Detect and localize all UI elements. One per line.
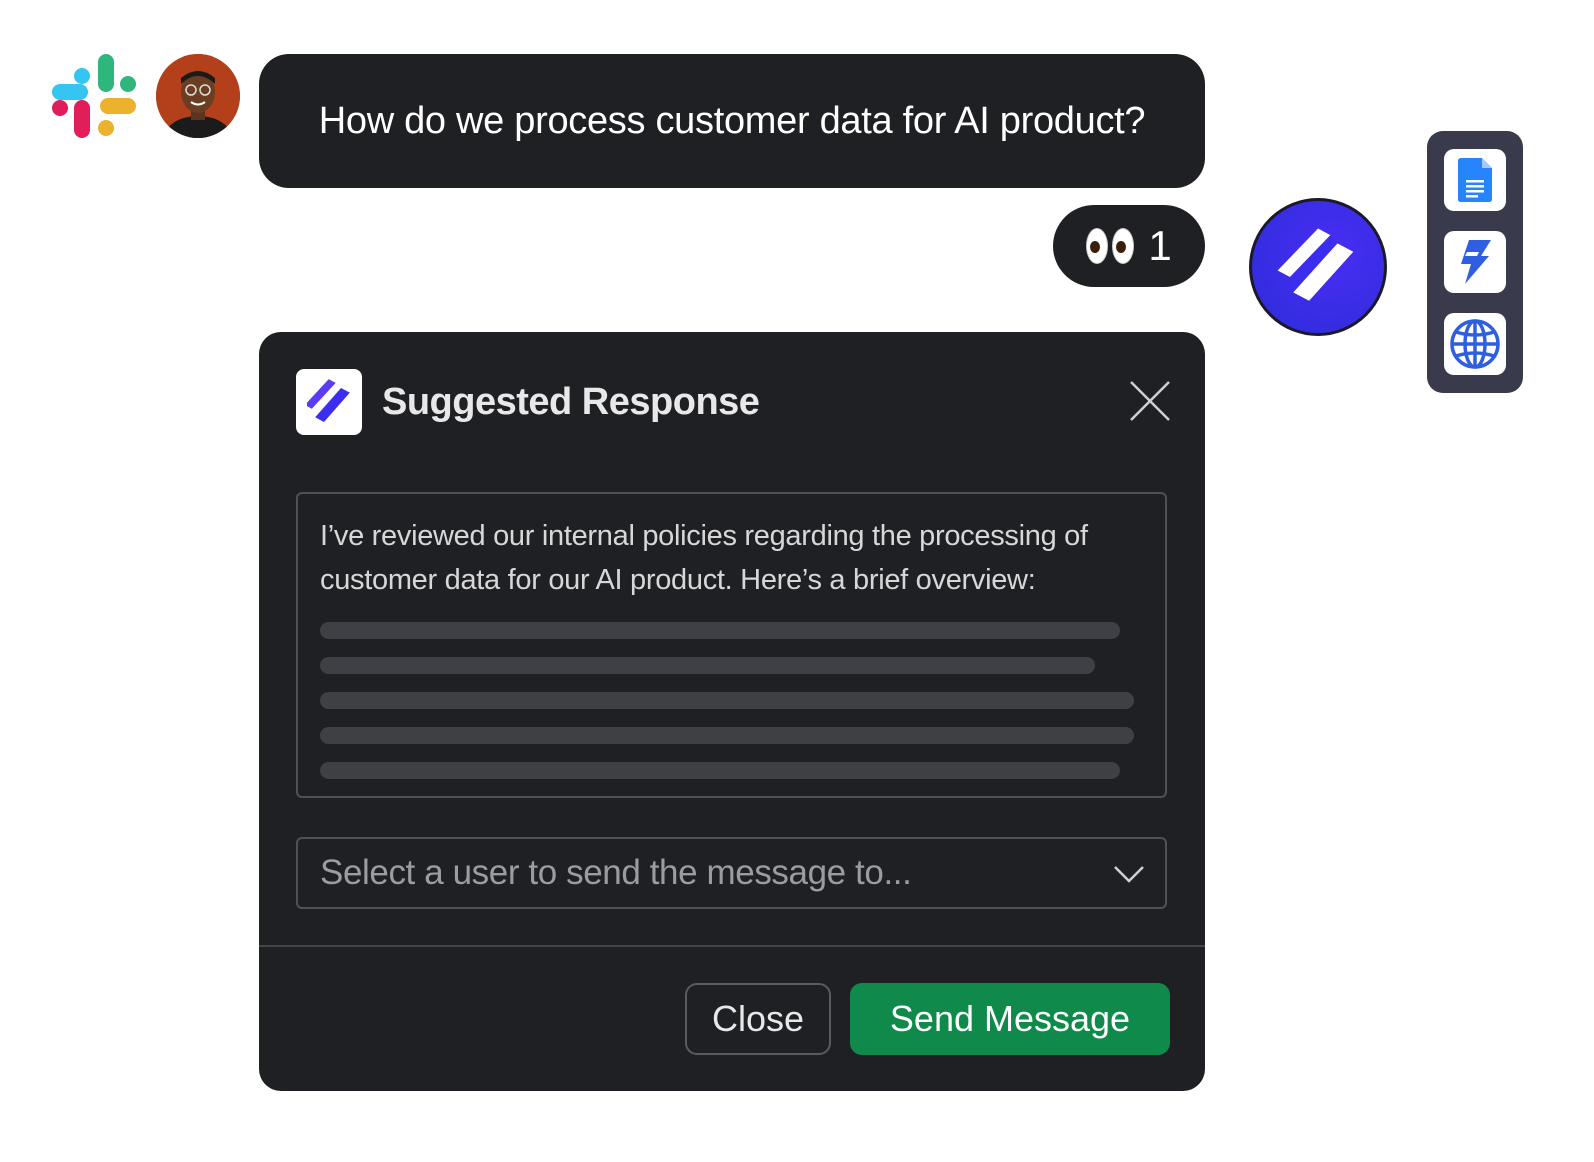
eyes-emoji-icon (1086, 228, 1135, 264)
response-text: I’ve reviewed our internal policies rega… (320, 520, 1088, 596)
suggested-response-card: Suggested Response I’ve reviewed our int… (259, 332, 1205, 1091)
integrations-toolbar (1427, 131, 1523, 393)
response-textarea[interactable]: I’ve reviewed our internal policies rega… (296, 492, 1167, 798)
placeholder-line (320, 657, 1095, 674)
placeholder-line (320, 762, 1120, 779)
eyes-reaction-pill[interactable]: 1 (1053, 205, 1205, 287)
recipient-select-placeholder: Select a user to send the message to... (320, 853, 912, 892)
card-title: Suggested Response (382, 381, 760, 423)
chevron-down-icon (1114, 866, 1144, 883)
recipient-select[interactable]: Select a user to send the message to... (296, 837, 1167, 909)
reaction-count: 1 (1148, 222, 1172, 269)
user-avatar (156, 54, 240, 138)
card-footer-divider (259, 945, 1205, 947)
lightning-app-icon[interactable] (1444, 231, 1506, 293)
placeholder-line (320, 727, 1134, 744)
slack-logo-icon (52, 54, 136, 138)
close-icon[interactable] (1129, 380, 1171, 422)
google-docs-icon[interactable] (1444, 149, 1506, 211)
question-text: How do we process customer data for AI p… (318, 100, 1146, 142)
globe-icon[interactable] (1444, 313, 1506, 375)
close-button[interactable]: Close (685, 983, 831, 1055)
question-message-bubble: How do we process customer data for AI p… (259, 54, 1205, 188)
assistant-logo-icon (296, 369, 362, 435)
placeholder-line (320, 622, 1120, 639)
placeholder-line (320, 692, 1134, 709)
assistant-bot-avatar (1249, 198, 1387, 336)
send-message-button[interactable]: Send Message (850, 983, 1170, 1055)
